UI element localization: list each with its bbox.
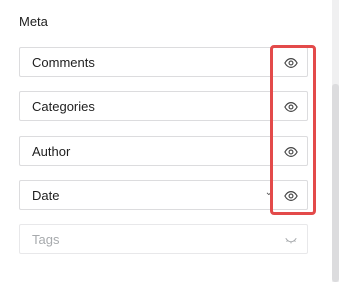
field-label-author: Author xyxy=(32,144,71,159)
field-categories[interactable]: Categories xyxy=(19,91,308,121)
scrollbar-thumb[interactable] xyxy=(332,84,339,282)
field-comments[interactable]: Comments xyxy=(19,47,308,77)
section-title: Meta xyxy=(19,14,48,29)
field-label-categories: Categories xyxy=(32,99,95,114)
visibility-toggles-highlight xyxy=(270,45,316,215)
field-label-tags: Tags xyxy=(32,232,60,247)
field-tags[interactable]: Tags xyxy=(19,224,308,254)
scrollbar-track[interactable] xyxy=(332,0,339,282)
field-date[interactable]: Date ⌄ xyxy=(19,180,308,210)
field-author[interactable]: Author xyxy=(19,136,308,166)
eye-closed-icon[interactable] xyxy=(284,233,298,247)
field-label-date: Date xyxy=(32,188,60,203)
field-label-comments: Comments xyxy=(32,55,95,70)
